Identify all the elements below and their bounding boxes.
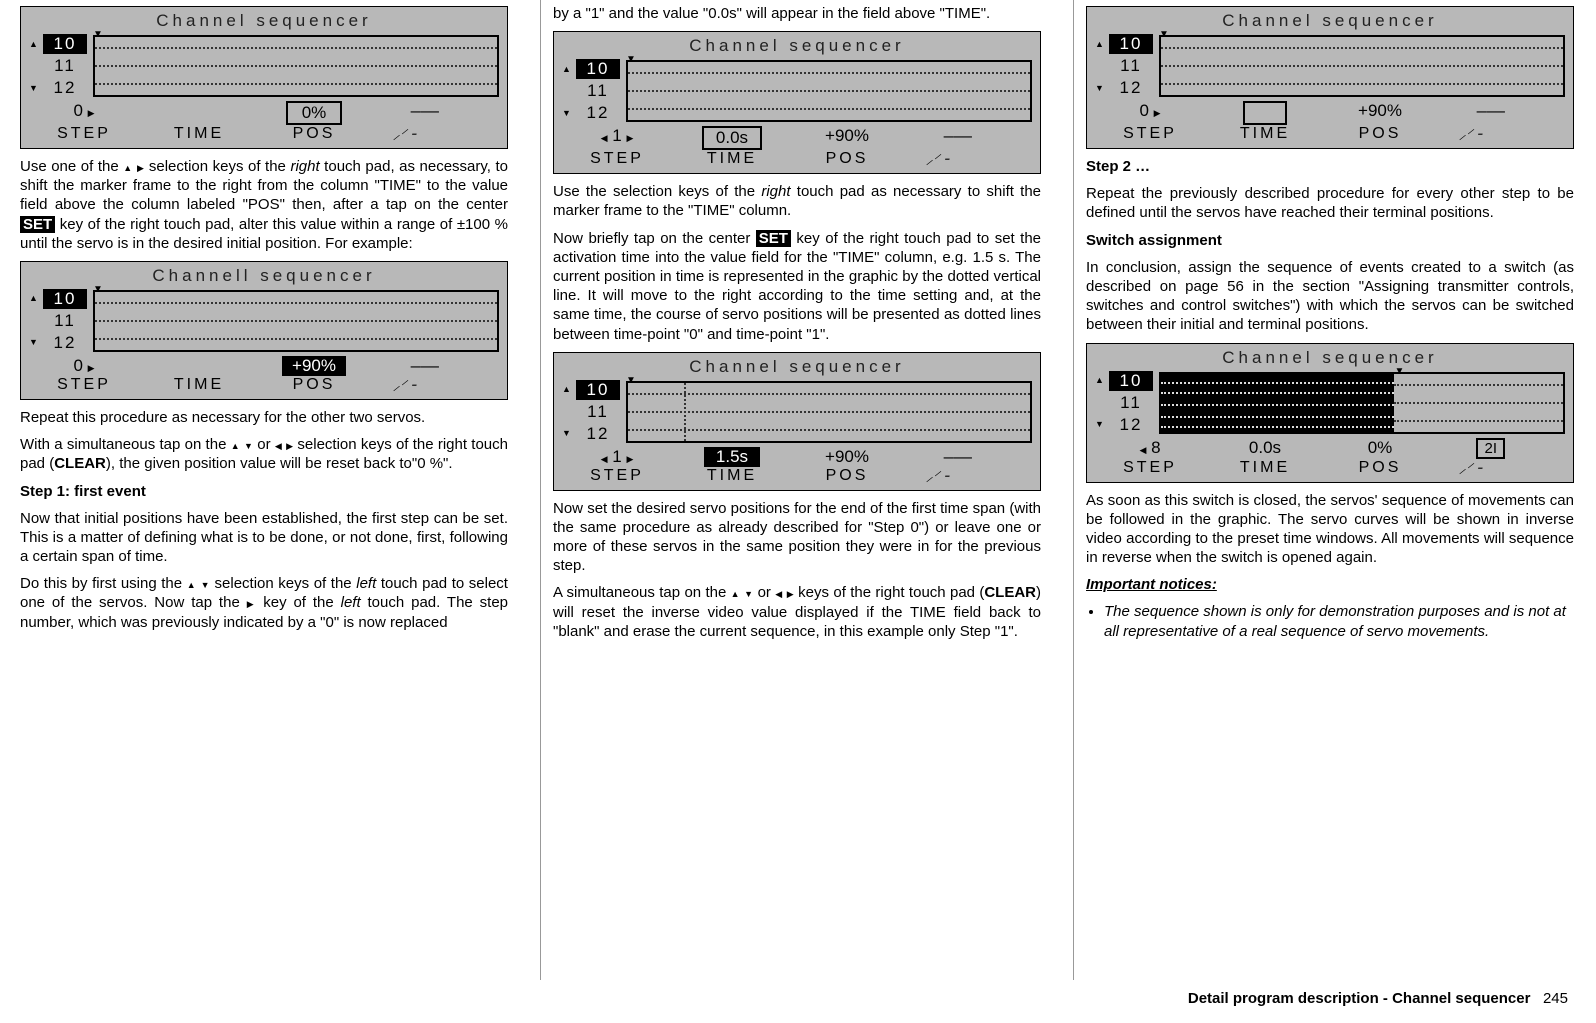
seq-title: Channell sequencer [29,266,499,286]
switch-icon: ⸝⸍╶ [926,468,948,484]
time-val [139,101,259,125]
footer-label: Detail program description - Channel seq… [1188,990,1531,1007]
list-item: The sequence shown is only for demonstra… [1104,602,1574,640]
heading-notices: Important notices: [1086,575,1574,594]
heading-step1: Step 1: first event [20,482,508,501]
set-key: SET [756,230,791,247]
para: Use one of the selection keys of the rig… [20,157,508,253]
set-key: SET [20,216,55,233]
switch-icon: ⸝⸍╶ [1459,460,1481,476]
heading-switch: Switch assignment [1086,231,1574,250]
heading-step2: Step 2 … [1086,157,1574,176]
para: Repeat the previously described procedur… [1086,184,1574,222]
para: A simultaneous tap on the or keys of the… [553,583,1041,641]
page-footer: Detail program description - Channel seq… [0,980,1596,1013]
sequencer-panel-1: Channel sequencer 10 11 12 ▼ 0 0% ––– [20,6,508,149]
switch-icon: ⸝⸍╶ [926,151,948,167]
para: With a simultaneous tap on the or select… [20,435,508,473]
para: Now briefly tap on the center SET key of… [553,229,1041,344]
page-number: 245 [1543,990,1568,1007]
para: Now that initial positions have been est… [20,509,508,567]
sequencer-panel-6: Channel sequencer 10 11 12 ▼ [1086,343,1574,483]
pos-val: 0% [259,101,369,125]
switch-number: 2I [1476,438,1505,459]
para: Repeat this procedure as necessary for t… [20,408,508,427]
sequencer-panel-3: Channel sequencer 10 11 12 ▼ 1 0.0s +90%… [553,31,1041,174]
para: by a "1" and the value "0.0s" will appea… [553,4,1041,23]
para: Now set the desired servo positions for … [553,499,1041,576]
channel-list: 10 11 12 [29,33,87,99]
para: In conclusion, assign the sequence of ev… [1086,258,1574,335]
para: Use the selection keys of the right touc… [553,182,1041,220]
switch-icon: ⸝⸍╶ [393,377,415,393]
switch-icon: ⸝⸍╶ [1459,126,1481,142]
step-val: 0 [29,101,139,125]
para: Do this by first using the selection key… [20,574,508,632]
seq-title: Channel sequencer [29,11,499,31]
sequencer-panel-4: Channel sequencer 10 11 12 ▼ 1 1.5s +90% [553,352,1041,491]
para: As soon as this switch is closed, the se… [1086,491,1574,568]
notice-list: The sequence shown is only for demonstra… [1086,602,1574,640]
sequencer-panel-5: Channel sequencer 10 11 12 ▼ 0 +90% ––– [1086,6,1574,149]
sequencer-panel-2: Channell sequencer 10 11 12 ▼ 0 +90% ––– [20,261,508,400]
seq-graph: ▼ [93,33,499,99]
switch-icon: ⸝⸍╶ [393,126,415,142]
